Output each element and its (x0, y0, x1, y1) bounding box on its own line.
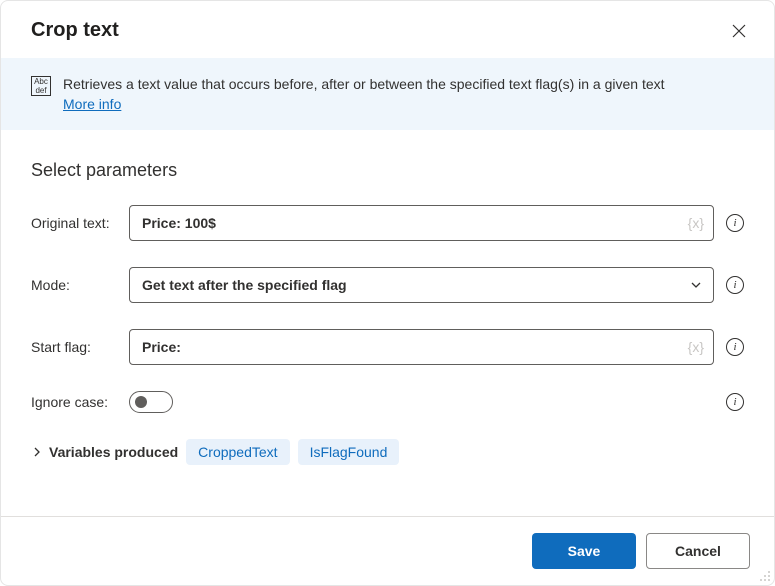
original-text-field-wrap: {x} (129, 205, 714, 241)
more-info-link[interactable]: More info (63, 96, 121, 112)
chevron-down-icon (690, 279, 702, 291)
original-text-input[interactable] (129, 205, 714, 241)
cancel-button[interactable]: Cancel (646, 533, 750, 569)
crop-text-dialog: Crop text Abc def Retrieves a text value… (0, 0, 775, 586)
start-flag-input[interactable] (129, 329, 714, 365)
row-original-text: Original text: {x} i (31, 205, 744, 241)
mode-select-wrap: Get text after the specified flag (129, 267, 714, 303)
mode-value: Get text after the specified flag (142, 277, 347, 293)
toggle-knob (135, 396, 147, 408)
dialog-body: Select parameters Original text: {x} i M… (1, 130, 774, 516)
description-text: Retrieves a text value that occurs befor… (63, 76, 665, 92)
start-flag-field-wrap: {x} (129, 329, 714, 365)
save-button[interactable]: Save (532, 533, 636, 569)
mode-select[interactable]: Get text after the specified flag (129, 267, 714, 303)
close-button[interactable] (728, 20, 750, 42)
variable-chip-croppedtext[interactable]: CroppedText (186, 439, 289, 465)
variables-expander[interactable]: Variables produced (31, 444, 178, 460)
chevron-right-icon (31, 446, 43, 458)
info-icon[interactable]: i (726, 276, 744, 294)
dialog-footer: Save Cancel (1, 516, 774, 585)
variable-chip-isflagfound[interactable]: IsFlagFound (298, 439, 400, 465)
variable-picker-icon[interactable]: {x} (688, 339, 704, 355)
dialog-header: Crop text (1, 1, 774, 58)
row-start-flag: Start flag: {x} i (31, 329, 744, 365)
info-icon[interactable]: i (726, 338, 744, 356)
row-mode: Mode: Get text after the specified flag … (31, 267, 744, 303)
dialog-title: Crop text (31, 19, 119, 42)
close-icon (732, 24, 746, 38)
ignore-case-toggle[interactable] (129, 391, 173, 413)
banner-text: Retrieves a text value that occurs befor… (63, 74, 665, 114)
info-icon[interactable]: i (726, 393, 744, 411)
original-text-label: Original text: (31, 215, 129, 231)
info-icon[interactable]: i (726, 214, 744, 232)
resize-grip-icon[interactable] (759, 570, 771, 582)
mode-label: Mode: (31, 277, 129, 293)
info-banner: Abc def Retrieves a text value that occu… (1, 58, 774, 130)
variables-produced-row: Variables produced CroppedText IsFlagFou… (31, 439, 744, 465)
text-abc-icon: Abc def (31, 76, 51, 96)
section-title: Select parameters (31, 160, 744, 181)
variable-picker-icon[interactable]: {x} (688, 215, 704, 231)
start-flag-label: Start flag: (31, 339, 129, 355)
row-ignore-case: Ignore case: i (31, 391, 744, 413)
variables-label: Variables produced (49, 444, 178, 460)
ignore-case-label: Ignore case: (31, 394, 129, 410)
